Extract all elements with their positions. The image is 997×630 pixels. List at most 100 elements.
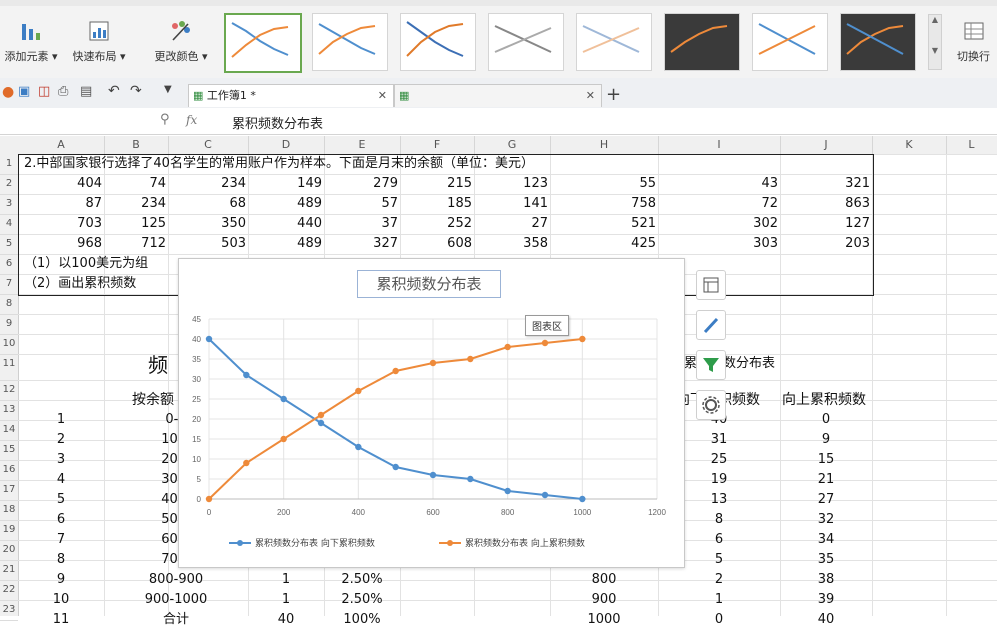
data-cell[interactable]: 123	[474, 174, 548, 194]
up-cum-cell[interactable]: 27	[780, 490, 872, 510]
row-header-6[interactable]: 6	[0, 254, 18, 275]
data-cell[interactable]: 608	[400, 234, 472, 254]
chart-style-thumb-2[interactable]	[312, 13, 388, 71]
column-header-i[interactable]: I	[658, 136, 781, 154]
data-cell[interactable]: 712	[104, 234, 166, 254]
data-cell[interactable]: 57	[324, 194, 398, 214]
save-icon[interactable]: ▣	[18, 84, 30, 99]
data-cell[interactable]: 55	[550, 174, 656, 194]
freq-cell-a[interactable]: 3	[18, 450, 104, 470]
print-icon[interactable]: ⎙	[58, 84, 68, 99]
data-cell[interactable]: 503	[168, 234, 246, 254]
data-cell[interactable]: 489	[248, 194, 322, 214]
row-header-5[interactable]: 5	[0, 234, 18, 255]
row-header-18[interactable]: 18	[0, 500, 18, 521]
freq-cell-b[interactable]: 900-1000	[104, 590, 248, 610]
row-header-21[interactable]: 21	[0, 560, 18, 581]
data-cell[interactable]: 234	[104, 194, 166, 214]
data-cell[interactable]: 149	[248, 174, 322, 194]
data-cell[interactable]: 303	[658, 234, 778, 254]
row-header-1[interactable]: 1	[0, 154, 18, 175]
chart-style-thumb-4[interactable]	[488, 13, 564, 71]
freq-cell-a[interactable]: 4	[18, 470, 104, 490]
freq-cell-e[interactable]: 2.50%	[324, 570, 400, 590]
column-header-e[interactable]: E	[324, 136, 401, 154]
quick-layout-button[interactable]: 快速布局 ▾	[66, 18, 132, 64]
column-header-g[interactable]: G	[474, 136, 551, 154]
chart-style-thumb-6[interactable]	[664, 13, 740, 71]
switch-row-column-button[interactable]: 切换行	[950, 18, 997, 64]
freq-cell-d[interactable]: 40	[248, 610, 324, 630]
data-cell[interactable]: 404	[18, 174, 102, 194]
up-cum-cell[interactable]: 0	[780, 410, 872, 430]
data-cell[interactable]: 358	[474, 234, 548, 254]
cell-a7-task2[interactable]: （2）画出累积频数	[24, 274, 178, 294]
data-cell[interactable]: 863	[780, 194, 870, 214]
freq-cell-a[interactable]: 10	[18, 590, 104, 610]
redo-icon[interactable]: ↷	[130, 83, 142, 99]
freq-cell-a[interactable]: 5	[18, 490, 104, 510]
data-cell[interactable]: 127	[780, 214, 870, 234]
data-cell[interactable]: 141	[474, 194, 548, 214]
column-header-f[interactable]: F	[400, 136, 475, 154]
add-element-button[interactable]: 添加元素 ▾	[0, 18, 62, 64]
data-cell[interactable]: 234	[168, 174, 246, 194]
column-header-k[interactable]: K	[872, 136, 947, 154]
down-cum-cell[interactable]: 1	[658, 590, 780, 610]
row-header-19[interactable]: 19	[0, 520, 18, 541]
chart-elements-button[interactable]	[696, 270, 726, 300]
freq-cell-b[interactable]: 合计	[104, 610, 248, 630]
freq-cell-d[interactable]: 1	[248, 570, 324, 590]
freq-cell-h[interactable]: 1000	[550, 610, 658, 630]
freq-cell-d[interactable]: 1	[248, 590, 324, 610]
style-gallery-scroll[interactable]: ▲ ▼	[928, 14, 942, 70]
column-header-d[interactable]: D	[248, 136, 325, 154]
new-tab-icon[interactable]: +	[606, 84, 621, 105]
data-cell[interactable]: 758	[550, 194, 656, 214]
data-cell[interactable]: 37	[324, 214, 398, 234]
close-tab-icon[interactable]: ✕	[378, 85, 387, 107]
freq-cell-a[interactable]: 7	[18, 530, 104, 550]
column-header-l[interactable]: L	[946, 136, 997, 154]
column-header-b[interactable]: B	[104, 136, 169, 154]
function-button[interactable]: fx	[186, 113, 197, 127]
row-header-4[interactable]: 4	[0, 214, 18, 235]
cell-a6-task1[interactable]: （1）以100美元为组	[24, 254, 178, 274]
data-cell[interactable]: 43	[658, 174, 778, 194]
up-cum-cell[interactable]: 32	[780, 510, 872, 530]
data-cell[interactable]: 489	[248, 234, 322, 254]
chart-styles-button[interactable]	[696, 310, 726, 340]
column-header-h[interactable]: H	[550, 136, 659, 154]
column-header-j[interactable]: J	[780, 136, 873, 154]
freq-cell-b[interactable]: 800-900	[104, 570, 248, 590]
data-cell[interactable]: 252	[400, 214, 472, 234]
row-header-23[interactable]: 23	[0, 600, 18, 621]
up-cum-cell[interactable]: 40	[780, 610, 872, 630]
print-preview-icon[interactable]: ▤	[80, 84, 92, 99]
change-color-button[interactable]: 更改颜色 ▾	[146, 18, 216, 64]
data-cell[interactable]: 425	[550, 234, 656, 254]
row-header-7[interactable]: 7	[0, 274, 18, 295]
up-cum-cell[interactable]: 34	[780, 530, 872, 550]
freq-cell-a[interactable]: 11	[18, 610, 104, 630]
row-header-8[interactable]: 8	[0, 294, 18, 315]
chart-title[interactable]: 累积频数分布表	[357, 270, 501, 298]
row-header-22[interactable]: 22	[0, 580, 18, 601]
freq-cell-a[interactable]: 1	[18, 410, 104, 430]
data-cell[interactable]: 350	[168, 214, 246, 234]
row-header-17[interactable]: 17	[0, 480, 18, 501]
chart-filter-button[interactable]	[696, 350, 726, 380]
row-header-2[interactable]: 2	[0, 174, 18, 195]
data-cell[interactable]: 440	[248, 214, 322, 234]
data-cell[interactable]: 185	[400, 194, 472, 214]
row-header-12[interactable]: 12	[0, 380, 18, 401]
data-cell[interactable]: 74	[104, 174, 166, 194]
cumulative-frequency-chart[interactable]: 0 5 10 15 20 25 30 35 40 45 0 200 400 600 800 1000 1200 …	[178, 258, 685, 568]
freq-cell-a[interactable]: 8	[18, 550, 104, 570]
row-header-9[interactable]: 9	[0, 314, 18, 335]
freq-cell-a[interactable]: 9	[18, 570, 104, 590]
export-pdf-icon[interactable]: ◫	[38, 84, 50, 99]
customize-toolbar-icon[interactable]: ▼	[164, 84, 172, 95]
cell-a1-question[interactable]: 2.中部国家银行选择了40名学生的常用账户作为样本。下面是月末的余额（单位：美元…	[24, 154, 534, 174]
freq-cell-h[interactable]: 900	[550, 590, 658, 610]
